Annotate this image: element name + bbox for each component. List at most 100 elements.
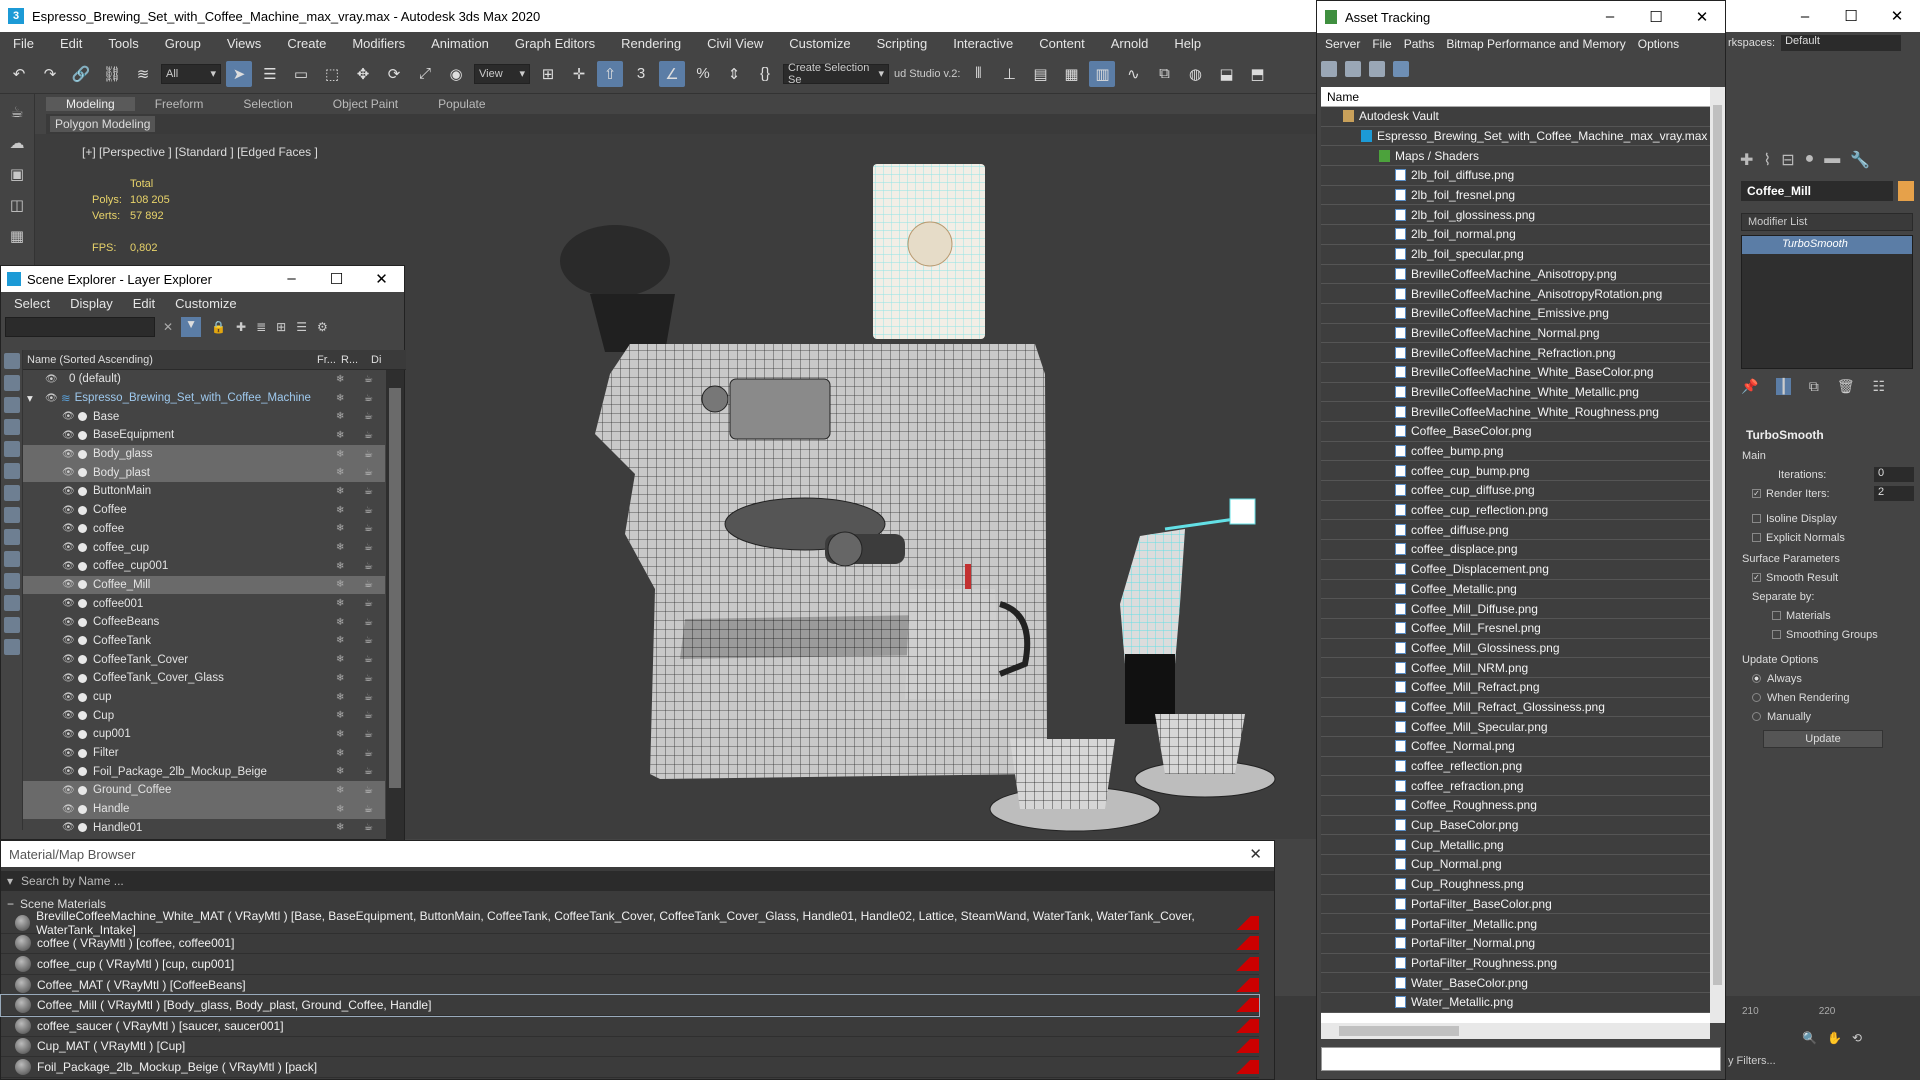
table-row[interactable]: 👁 coffee ❄ ☕ (23, 520, 385, 539)
settings-icon[interactable]: ⚙ (317, 320, 328, 334)
list-item[interactable]: BrevilleCoffeeMachine_White_Roughness.pn… (1321, 402, 1710, 422)
column-name[interactable]: Name (Sorted Ascending) (27, 354, 317, 366)
select-by-name-icon[interactable]: ☰ (257, 61, 283, 87)
menu-item-create[interactable]: Create (274, 36, 339, 51)
renderable-toggle-icon[interactable]: ☕ (364, 766, 373, 777)
list-item[interactable]: Maps / Shaders (1321, 146, 1710, 167)
renderable-toggle-icon[interactable]: ☕ (364, 785, 373, 796)
list-item[interactable]: BrevilleCoffeeMachine_Emissive.png (1321, 303, 1710, 324)
list-item[interactable]: Coffee_Mill ( VRayMtl ) [Body_glass, Bod… (0, 994, 1260, 1017)
list-item[interactable]: Cup_Roughness.png (1321, 874, 1710, 895)
freeze-toggle-icon[interactable]: ❄ (336, 785, 344, 796)
layout-icon[interactable]: ▣ (4, 161, 30, 187)
list-item[interactable]: Water_BaseColor.png (1321, 973, 1710, 993)
freeze-toggle-icon[interactable]: ❄ (336, 748, 344, 759)
visibility-eye-icon[interactable]: 👁 (62, 430, 75, 441)
list-item[interactable]: Water_Metallic.png (1321, 992, 1710, 1013)
orbit-icon[interactable]: ⟲ (1852, 1031, 1862, 1045)
ribbon-tab-object-paint[interactable]: Object Paint (313, 97, 418, 111)
table-row[interactable]: 👁 cup001 ❄ ☕ (23, 725, 385, 744)
rotate-icon[interactable]: ⟳ (381, 61, 407, 87)
redo-icon[interactable]: ↷ (37, 61, 63, 87)
freeze-toggle-icon[interactable]: ❄ (336, 654, 344, 665)
asset-menu-bitmap-performance-and-memory[interactable]: Bitmap Performance and Memory (1438, 37, 1629, 51)
renderable-toggle-icon[interactable]: ☕ (364, 449, 373, 460)
table-row[interactable]: 👁 CoffeeTank_Cover_Glass ❄ ☕ (23, 669, 385, 688)
asset-column-name[interactable]: Name (1321, 87, 1710, 107)
object-name-field[interactable]: Coffee_Mill (1741, 181, 1893, 201)
freeze-toggle-icon[interactable]: ❄ (336, 523, 344, 534)
scene-menu-customize[interactable]: Customize (162, 296, 243, 311)
column-display[interactable]: Di (371, 354, 381, 366)
grid-view-icon[interactable] (1393, 61, 1409, 77)
list-item[interactable]: BrevilleCoffeeMachine_White_BaseColor.pn… (1321, 362, 1710, 383)
table-row[interactable]: 👁 ButtonMain ❄ ☕ (23, 482, 385, 501)
list-item[interactable]: BrevilleCoffeeMachine_Normal.png (1321, 323, 1710, 344)
freeze-toggle-icon[interactable]: ❄ (336, 710, 344, 721)
list-item[interactable]: coffee_cup_bump.png (1321, 461, 1710, 482)
align-icon[interactable]: ⊥ (996, 61, 1022, 87)
list-item[interactable]: Cup_BaseColor.png (1321, 815, 1710, 836)
renderable-toggle-icon[interactable]: ☕ (364, 617, 373, 628)
list-item[interactable]: PortaFilter_Metallic.png (1321, 914, 1710, 934)
list-item[interactable]: Coffee_Mill_Diffuse.png (1321, 599, 1710, 619)
visibility-eye-icon[interactable]: 👁 (62, 523, 75, 534)
menu-item-rendering[interactable]: Rendering (608, 36, 694, 51)
ribbon-tab-populate[interactable]: Populate (418, 97, 505, 111)
table-row[interactable]: 👁 Cup ❄ ☕ (23, 706, 385, 725)
new-layer-icon[interactable]: ✚ (236, 320, 246, 334)
cameras-filter-icon[interactable] (4, 441, 20, 457)
table-row[interactable]: 👁 Body_plast ❄ ☕ (23, 463, 385, 483)
keyboard-shortcut-override-icon[interactable]: ⇧ (597, 60, 623, 87)
list-item[interactable]: PortaFilter_Roughness.png (1321, 953, 1710, 974)
menu-item-interactive[interactable]: Interactive (940, 36, 1026, 51)
renderable-toggle-icon[interactable]: ☕ (364, 467, 373, 478)
list-item[interactable]: coffee_saucer ( VRayMtl ) [saucer, sauce… (1, 1016, 1259, 1037)
list-item[interactable]: coffee_cup_reflection.png (1321, 500, 1710, 521)
layers-icon[interactable]: ≣ (256, 320, 266, 334)
render-setup-icon[interactable]: ⬓ (1213, 61, 1239, 87)
visibility-eye-icon[interactable]: 👁 (62, 710, 75, 721)
angle-snap-icon[interactable]: ∠ (659, 60, 685, 87)
table-row[interactable]: 👁 Ground_Coffee ❄ ☕ (23, 781, 385, 800)
list-item[interactable]: coffee_diffuse.png (1321, 520, 1710, 541)
renderable-toggle-icon[interactable]: ☕ (364, 411, 373, 422)
renderable-toggle-icon[interactable]: ☕ (364, 654, 373, 665)
display-tab-icon[interactable]: ▬ (1824, 150, 1840, 170)
list-item[interactable]: 2lb_foil_fresnel.png (1321, 185, 1710, 206)
modify-tab-icon[interactable]: ⌇ (1763, 150, 1771, 170)
zoom-icon[interactable]: 🔍 (1802, 1031, 1817, 1045)
hierarchy-tab-icon[interactable]: ⊟ (1781, 150, 1794, 170)
freeze-toggle-icon[interactable]: ❄ (336, 449, 344, 460)
renderable-toggle-icon[interactable]: ☕ (364, 598, 373, 609)
renderable-toggle-icon[interactable]: ☕ (364, 710, 373, 721)
list-item[interactable]: Foil_Package_2lb_Mockup_Beige ( VRayMtl … (1, 1057, 1259, 1078)
list-item[interactable]: Coffee_Mill_Refract_Glossiness.png (1321, 697, 1710, 718)
named-selection-dropdown[interactable]: Create Selection Se ▾ (783, 62, 889, 86)
renderable-toggle-icon[interactable]: ☕ (364, 748, 373, 759)
renderable-toggle-icon[interactable]: ☕ (364, 561, 373, 572)
asset-status-field[interactable] (1321, 1047, 1721, 1071)
manually-radio[interactable] (1752, 712, 1761, 721)
lights-filter-icon[interactable] (4, 419, 20, 435)
make-unique-icon[interactable]: ⧉ (1809, 378, 1819, 395)
scrollbar-thumb[interactable] (389, 388, 401, 788)
display-all-icon[interactable] (4, 353, 20, 369)
list-item[interactable]: 2lb_foil_normal.png (1321, 225, 1710, 245)
asset-menu-server[interactable]: Server (1317, 37, 1364, 51)
minimize-icon[interactable]: – (1782, 8, 1828, 25)
filters-label[interactable]: y Filters... (1726, 1049, 1920, 1073)
invert-filter-icon[interactable] (4, 639, 20, 655)
freeze-toggle-icon[interactable]: ❄ (336, 692, 344, 703)
polygon-modeling-tab[interactable]: Polygon Modeling (50, 116, 156, 132)
close-icon[interactable]: ✕ (1874, 7, 1920, 25)
freeze-toggle-icon[interactable]: ❄ (336, 486, 344, 497)
snaps-toggle-icon[interactable]: 3 (628, 61, 654, 87)
asset-horizontal-scrollbar[interactable] (1321, 1023, 1710, 1039)
list-item[interactable]: BrevilleCoffeeMachine_White_MAT ( VRayMt… (1, 909, 1259, 937)
schematic-view-icon[interactable]: ⧉ (1151, 61, 1177, 87)
asset-menu-options[interactable]: Options (1630, 37, 1683, 51)
visibility-eye-icon[interactable]: 👁 (62, 654, 75, 665)
maximize-icon[interactable]: ☐ (314, 270, 359, 288)
scene-explorer-toggle-icon[interactable]: ▥ (1089, 60, 1116, 87)
